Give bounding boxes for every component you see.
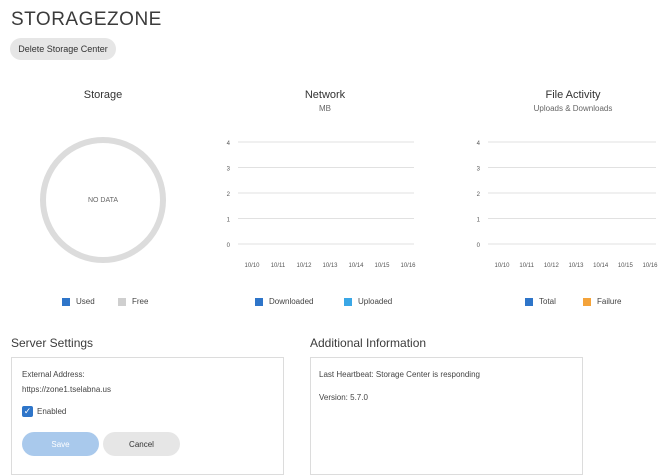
save-button[interactable]: Save [22,432,99,456]
network-x-tick-label: 10/14 [348,263,364,269]
network-y-tick-label: 2 [227,192,231,198]
file-legend-failure-label: Failure [597,297,622,306]
storage-free-swatch [118,297,126,306]
file-legend-failure: Failure [583,297,621,306]
delete-storage-center-button[interactable]: Delete Storage Center [10,38,116,60]
network-y-tick-label: 4 [227,141,231,147]
external-address-label: External Address: [22,370,85,379]
file-failure-swatch [583,297,591,306]
network-y-tick-label: 0 [227,243,231,249]
file-activity-chart-title: File Activity [545,89,601,101]
storage-chart-title: Storage [83,89,123,101]
network-legend-downloaded-label: Downloaded [269,297,314,306]
file-activity-y-tick-label: 3 [477,167,481,173]
network-x-tick-label: 10/16 [400,263,416,269]
enabled-checkbox[interactable]: ✓ [22,406,33,417]
last-heartbeat-text: Last Heartbeat: Storage Center is respon… [319,370,480,379]
file-activity-y-tick-label: 4 [477,141,481,147]
file-activity-x-tick-label: 10/15 [618,263,634,269]
file-activity-x-tick-label: 10/11 [519,263,534,269]
network-x-tick-label: 10/13 [322,263,338,269]
storage-donut: NO DATA [40,137,166,263]
file-activity-x-tick-label: 10/12 [544,263,560,269]
file-activity-chart: 0 1 2 3 4 10/10 10/11 10/12 10/13 10/14 10/15 10/16 [477,141,659,269]
file-total-swatch [525,297,533,306]
file-activity-chart-subtitle: Uploads & Downloads [533,104,613,113]
network-downloaded-swatch [255,297,263,306]
network-uploaded-swatch [344,297,352,306]
network-x-tick-label: 10/12 [296,263,312,269]
server-settings-title: Server Settings [11,336,94,350]
additional-info-title: Additional Information [310,336,427,350]
file-activity-x-tick-label: 10/16 [642,263,658,269]
storage-legend-used-label: Used [76,297,95,306]
storage-legend-used: Used [62,297,95,306]
network-legend-downloaded: Downloaded [255,297,313,306]
enabled-label: Enabled [37,407,67,416]
file-legend-total-label: Total [539,297,556,306]
file-activity-y-tick-label: 0 [477,243,481,249]
external-address-value[interactable]: https://zone1.tselabna.us [22,385,111,394]
storage-used-swatch [62,297,70,306]
file-activity-x-tick-label: 10/10 [494,263,510,269]
storage-legend-free: Free [118,297,148,306]
enabled-checkbox-row[interactable]: ✓ Enabled [22,406,66,417]
network-x-tick-label: 10/11 [271,263,286,269]
storage-no-data: NO DATA [87,196,119,204]
version-text: Version: 5.7.0 [319,393,368,402]
file-activity-x-tick-label: 10/14 [593,263,609,269]
network-y-tick-label: 1 [227,218,231,224]
storage-legend-free-label: Free [132,297,149,306]
network-x-tick-label: 10/15 [374,263,390,269]
file-legend-total: Total [525,297,556,306]
network-y-tick-label: 3 [227,167,231,173]
file-activity-y-tick-label: 2 [477,192,481,198]
network-chart-title: Network [304,89,346,101]
network-x-tick-label: 10/10 [244,263,260,269]
network-chart-subtitle: MB [319,104,331,113]
cancel-button[interactable]: Cancel [103,432,180,456]
network-chart: 0 1 2 3 4 10/10 10/11 10/12 10/13 10/14 10/15 10/16 [227,141,417,269]
network-legend-uploaded-label: Uploaded [358,297,393,306]
network-legend-uploaded: Uploaded [344,297,392,306]
page-title: STORAGEZONE [11,9,162,30]
file-activity-x-tick-label: 10/13 [568,263,584,269]
file-activity-y-tick-label: 1 [477,218,481,224]
